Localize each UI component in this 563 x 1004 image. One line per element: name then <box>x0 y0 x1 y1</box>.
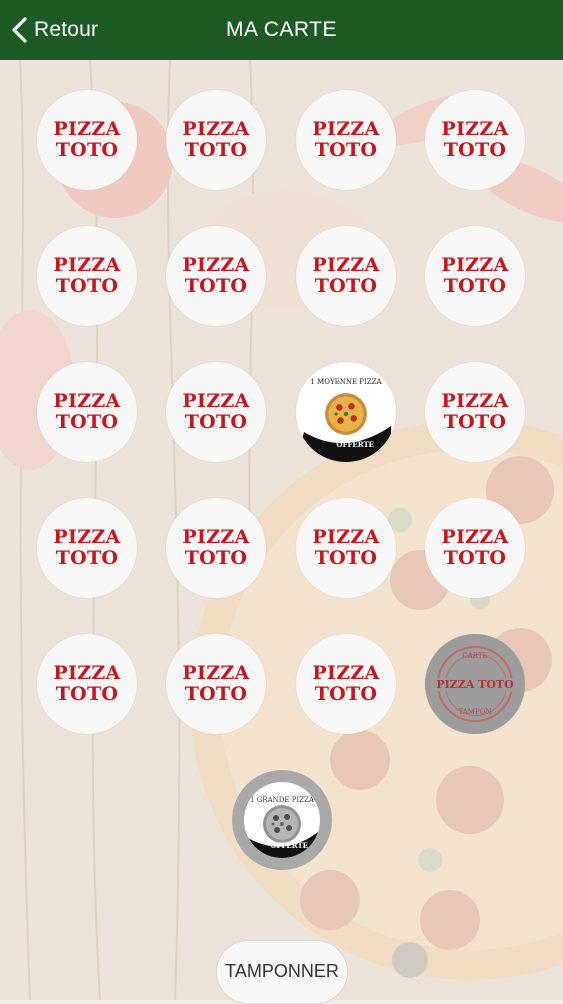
seal-main-text: PIZZA TOTO <box>434 677 516 691</box>
brand-logo-line1: PIZZA <box>53 526 121 548</box>
brand-logo-line1: PIZZA <box>312 526 380 548</box>
stamp-slot[interactable]: PIZZA TOTO <box>166 498 266 598</box>
stamp-slot[interactable]: PIZZA TOTO <box>37 90 137 190</box>
brand-logo-line2: TOTO <box>314 139 378 161</box>
stamp-slot[interactable]: PIZZA TOTO <box>37 226 137 326</box>
stamp-slot[interactable]: PIZZA TOTO <box>166 362 266 462</box>
reward-offer: OFFERTE <box>270 841 308 850</box>
brand-logo-line2: TOTO <box>314 683 378 705</box>
stamp-slot[interactable]: PIZZA TOTO <box>425 498 525 598</box>
brand-logo-line1: PIZZA <box>182 254 250 276</box>
stamp-slot[interactable]: PIZZA TOTO <box>296 90 396 190</box>
brand-logo-line2: TOTO <box>314 275 378 297</box>
reward-medium-pizza[interactable]: 1 MOYENNE PIZZA OFFERTE <box>296 362 396 462</box>
stamp-slot[interactable]: PIZZA TOTO <box>425 226 525 326</box>
seal-bottom-text: TAMPON <box>458 708 492 716</box>
brand-logo-line1: PIZZA <box>53 118 121 140</box>
reward-offer: OFFERTE <box>336 440 374 449</box>
brand-logo-line2: TOTO <box>55 547 119 569</box>
brand-logo-line1: PIZZA <box>441 390 509 412</box>
reward-large-pizza[interactable]: 1 GRANDE PIZZA OFFERTE <box>232 770 332 870</box>
stamp-slot[interactable]: PIZZA TOTO <box>425 362 525 462</box>
brand-logo-line2: TOTO <box>443 139 507 161</box>
brand-logo-line2: TOTO <box>443 547 507 569</box>
stamp-slot[interactable]: PIZZA TOTO <box>166 226 266 326</box>
stamp-slot[interactable]: PIZZA TOTO <box>296 498 396 598</box>
brand-logo-line1: PIZZA <box>441 254 509 276</box>
stamp-slot[interactable]: PIZZA TOTO <box>425 90 525 190</box>
brand-logo-line1: PIZZA <box>312 118 380 140</box>
brand-logo-line2: TOTO <box>184 139 248 161</box>
brand-logo-line2: TOTO <box>443 275 507 297</box>
brand-logo-line1: PIZZA <box>53 662 121 684</box>
brand-logo-line2: TOTO <box>314 547 378 569</box>
brand-logo-line2: TOTO <box>55 683 119 705</box>
brand-logo-line2: TOTO <box>55 411 119 433</box>
page-title: MA CARTE <box>226 18 337 41</box>
brand-logo-line2: TOTO <box>184 547 248 569</box>
brand-logo-line1: PIZZA <box>441 526 509 548</box>
stamp-slot[interactable]: PIZZA TOTO <box>37 362 137 462</box>
brand-logo-line1: PIZZA <box>182 526 250 548</box>
brand-logo-line2: TOTO <box>443 411 507 433</box>
stamp-seal-icon: CARTE PIZZA TOTO TAMPON <box>434 646 516 722</box>
brand-logo-line1: PIZZA <box>182 662 250 684</box>
stamp-slot[interactable]: PIZZA TOTO <box>296 634 396 734</box>
brand-logo-line1: PIZZA <box>53 390 121 412</box>
brand-logo-line2: TOTO <box>55 139 119 161</box>
tamponner-button[interactable]: TAMPONNER <box>216 940 348 1004</box>
stamp-slot[interactable]: PIZZA TOTO <box>166 634 266 734</box>
reward-plate: 1 GRANDE PIZZA OFFERTE <box>244 782 320 858</box>
stamped-slot[interactable]: CARTE PIZZA TOTO TAMPON <box>425 634 525 734</box>
stamp-slot[interactable]: PIZZA TOTO <box>37 498 137 598</box>
brand-logo-line1: PIZZA <box>312 662 380 684</box>
brand-logo-line2: TOTO <box>184 411 248 433</box>
brand-logo-line1: PIZZA <box>441 118 509 140</box>
brand-logo-line1: PIZZA <box>53 254 121 276</box>
brand-logo-line1: PIZZA <box>312 254 380 276</box>
app-header: Retour MA CARTE <box>0 0 563 60</box>
brand-logo-line2: TOTO <box>184 275 248 297</box>
brand-logo-line1: PIZZA <box>182 390 250 412</box>
brand-logo-line1: PIZZA <box>182 118 250 140</box>
brand-logo-line2: TOTO <box>55 275 119 297</box>
stamp-slot[interactable]: PIZZA TOTO <box>166 90 266 190</box>
stamp-slot[interactable]: PIZZA TOTO <box>296 226 396 326</box>
seal-top-text: CARTE <box>462 652 488 660</box>
brand-logo-line2: TOTO <box>184 683 248 705</box>
stamp-slot[interactable]: PIZZA TOTO <box>37 634 137 734</box>
